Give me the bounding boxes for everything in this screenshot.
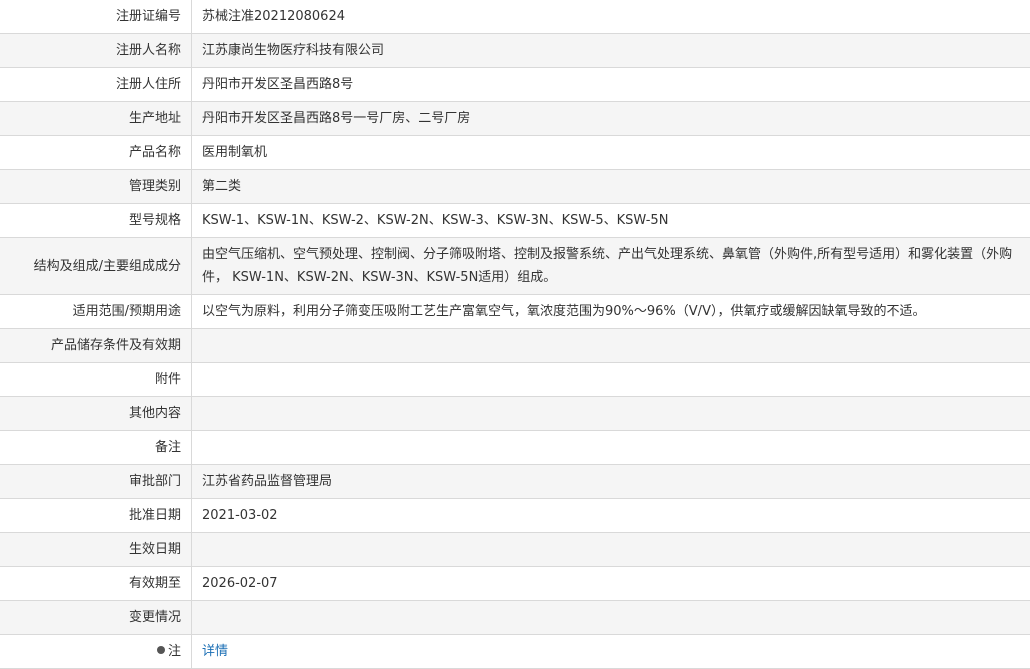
row-value: 2026-02-07 bbox=[192, 567, 1030, 601]
registration-detail-table: 注册证编号 苏械注准20212080624 注册人名称 江苏康尚生物医疗科技有限… bbox=[0, 0, 1030, 669]
row-registration-number: 注册证编号 苏械注准20212080624 bbox=[0, 0, 1030, 34]
row-label: 注册人名称 bbox=[0, 34, 192, 68]
row-change-status: 变更情况 bbox=[0, 601, 1030, 635]
row-value: 第二类 bbox=[192, 170, 1030, 204]
row-label: 生产地址 bbox=[0, 102, 192, 136]
row-registrant-address: 注册人住所 丹阳市开发区圣昌西路8号 bbox=[0, 68, 1030, 102]
row-value bbox=[192, 601, 1030, 635]
row-value: KSW-1、KSW-1N、KSW-2、KSW-2N、KSW-3、KSW-3N、K… bbox=[192, 204, 1030, 238]
row-label: 型号规格 bbox=[0, 204, 192, 238]
row-product-name: 产品名称 医用制氧机 bbox=[0, 136, 1030, 170]
row-storage-validity: 产品储存条件及有效期 bbox=[0, 329, 1030, 363]
row-label: 注册人住所 bbox=[0, 68, 192, 102]
row-intended-use: 适用范围/预期用途 以空气为原料，利用分子筛变压吸附工艺生产富氧空气，氧浓度范围… bbox=[0, 295, 1030, 329]
row-value: 由空气压缩机、空气预处理、控制阀、分子筛吸附塔、控制及报警系统、产出气处理系统、… bbox=[192, 238, 1030, 295]
row-label: 有效期至 bbox=[0, 567, 192, 601]
row-structure-composition: 结构及组成/主要组成成分 由空气压缩机、空气预处理、控制阀、分子筛吸附塔、控制及… bbox=[0, 238, 1030, 295]
row-label: 产品名称 bbox=[0, 136, 192, 170]
row-value: 苏械注准20212080624 bbox=[192, 0, 1030, 34]
row-value: 2021-03-02 bbox=[192, 499, 1030, 533]
row-value: 丹阳市开发区圣昌西路8号 bbox=[192, 68, 1030, 102]
row-label: 管理类别 bbox=[0, 170, 192, 204]
note-label-cell: 注 bbox=[0, 635, 192, 669]
row-value bbox=[192, 431, 1030, 465]
row-value: 江苏省药品监督管理局 bbox=[192, 465, 1030, 499]
row-effective-date: 生效日期 bbox=[0, 533, 1030, 567]
row-management-category: 管理类别 第二类 bbox=[0, 170, 1030, 204]
row-approval-date: 批准日期 2021-03-02 bbox=[0, 499, 1030, 533]
row-approval-department: 审批部门 江苏省药品监督管理局 bbox=[0, 465, 1030, 499]
row-label: 备注 bbox=[0, 431, 192, 465]
row-valid-until: 有效期至 2026-02-07 bbox=[0, 567, 1030, 601]
row-label: 产品储存条件及有效期 bbox=[0, 329, 192, 363]
row-value: 江苏康尚生物医疗科技有限公司 bbox=[192, 34, 1030, 68]
details-link[interactable]: 详情 bbox=[202, 644, 228, 659]
row-label: 注册证编号 bbox=[0, 0, 192, 34]
row-label: 审批部门 bbox=[0, 465, 192, 499]
row-value: 以空气为原料，利用分子筛变压吸附工艺生产富氧空气，氧浓度范围为90%～96%（V… bbox=[192, 295, 1030, 329]
row-value bbox=[192, 329, 1030, 363]
row-other-content: 其他内容 bbox=[0, 397, 1030, 431]
row-label: 附件 bbox=[0, 363, 192, 397]
row-note: 注 详情 bbox=[0, 635, 1030, 669]
bullet-icon bbox=[157, 646, 165, 654]
row-model-spec: 型号规格 KSW-1、KSW-1N、KSW-2、KSW-2N、KSW-3、KSW… bbox=[0, 204, 1030, 238]
row-value bbox=[192, 397, 1030, 431]
note-value-cell: 详情 bbox=[192, 635, 1030, 669]
row-production-address: 生产地址 丹阳市开发区圣昌西路8号一号厂房、二号厂房 bbox=[0, 102, 1030, 136]
row-attachment: 附件 bbox=[0, 363, 1030, 397]
row-label: 其他内容 bbox=[0, 397, 192, 431]
row-value: 丹阳市开发区圣昌西路8号一号厂房、二号厂房 bbox=[192, 102, 1030, 136]
note-label: 注 bbox=[168, 644, 181, 659]
row-label: 适用范围/预期用途 bbox=[0, 295, 192, 329]
row-value bbox=[192, 363, 1030, 397]
row-value bbox=[192, 533, 1030, 567]
row-label: 批准日期 bbox=[0, 499, 192, 533]
row-value: 医用制氧机 bbox=[192, 136, 1030, 170]
row-remarks: 备注 bbox=[0, 431, 1030, 465]
row-label: 变更情况 bbox=[0, 601, 192, 635]
row-label: 生效日期 bbox=[0, 533, 192, 567]
row-registrant-name: 注册人名称 江苏康尚生物医疗科技有限公司 bbox=[0, 34, 1030, 68]
row-label: 结构及组成/主要组成成分 bbox=[0, 238, 192, 295]
